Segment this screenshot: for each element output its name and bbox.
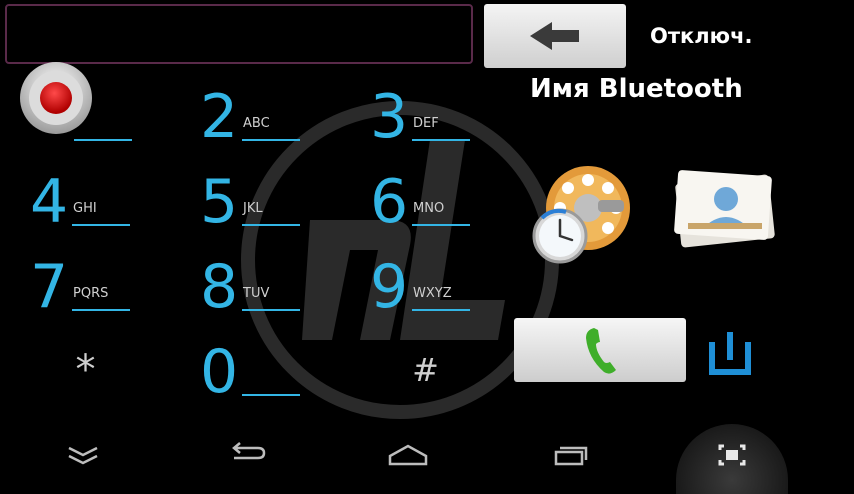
contacts-card-icon[interactable] [668, 165, 778, 250]
phone-handset-icon [586, 328, 616, 374]
home-icon[interactable] [368, 428, 448, 480]
recent-apps-icon[interactable] [530, 428, 610, 480]
bluetooth-name: Имя Bluetooth [530, 74, 743, 104]
key-letters: TUV [243, 286, 270, 301]
key-letters: JKL [243, 201, 263, 216]
key-8[interactable]: 8 TUV [200, 252, 350, 336]
key-underline [242, 139, 300, 141]
key-6[interactable]: 6 MNO [370, 167, 520, 251]
rotary-dial-clock-icon[interactable] [530, 160, 630, 270]
key-0[interactable]: 0 [200, 337, 350, 421]
back-icon[interactable] [206, 428, 286, 480]
key-digit: 9 [370, 252, 409, 322]
key-3[interactable]: 3 DEF [370, 82, 520, 166]
key-7[interactable]: 7 PQRS [30, 252, 180, 336]
key-underline [72, 224, 130, 226]
fullscreen-icon[interactable] [692, 428, 772, 480]
key-digit: 8 [200, 252, 239, 322]
key-letters: WXYZ [413, 286, 452, 301]
power-icon[interactable] [704, 326, 756, 378]
key-digit: 6 [370, 167, 409, 237]
key-digit: * [75, 347, 96, 393]
key-underline [412, 139, 470, 141]
key-1[interactable] [32, 82, 182, 166]
key-letters: PQRS [73, 286, 109, 301]
navigation-bar [0, 428, 854, 480]
key-digit: 0 [200, 337, 239, 407]
key-digit: 4 [30, 167, 69, 237]
key-digit: # [412, 351, 439, 389]
key-digit: 2 [200, 82, 239, 152]
key-star[interactable]: * [68, 337, 218, 421]
call-button[interactable] [514, 318, 686, 382]
arrow-left-icon [530, 22, 579, 50]
connection-status: Отключ. [650, 24, 753, 48]
chevron-double-down-icon[interactable] [43, 428, 123, 480]
key-letters: ABC [243, 116, 270, 131]
key-digit: 5 [200, 167, 239, 237]
key-5[interactable]: 5 JKL [200, 167, 350, 251]
key-letters: MNO [413, 201, 445, 216]
key-underline [412, 224, 470, 226]
key-underline [242, 224, 300, 226]
key-9[interactable]: 9 WXYZ [370, 252, 520, 336]
key-underline [74, 139, 132, 141]
key-underline [72, 309, 130, 311]
key-digit: 7 [30, 252, 69, 322]
key-letters: DEF [413, 116, 439, 131]
number-input[interactable] [5, 4, 473, 64]
key-underline [242, 394, 300, 396]
key-4[interactable]: 4 GHI [30, 167, 180, 251]
key-underline [242, 309, 300, 311]
key-underline [412, 309, 470, 311]
key-2[interactable]: 2 ABC [200, 82, 350, 166]
backspace-button[interactable] [484, 4, 626, 68]
key-letters: GHI [73, 201, 97, 216]
key-digit: 3 [370, 82, 409, 152]
